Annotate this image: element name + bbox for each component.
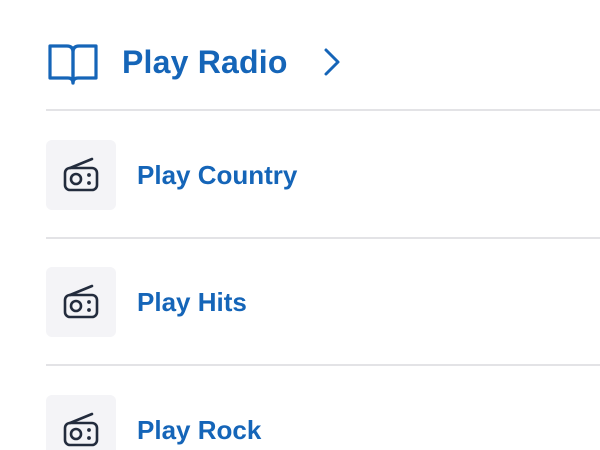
page-title: Play Radio (122, 43, 288, 80)
divider (46, 364, 600, 366)
play-radio-header[interactable]: Play Radio (46, 38, 344, 86)
radio-icon (46, 267, 116, 337)
divider (46, 109, 600, 111)
chevron-right-icon[interactable] (320, 44, 344, 80)
station-label: Play Rock (137, 414, 262, 445)
radio-icon (46, 395, 116, 450)
station-row-hits[interactable]: Play Hits (46, 266, 600, 338)
book-open-icon (46, 38, 100, 86)
station-row-rock[interactable]: Play Rock (46, 394, 600, 450)
station-label: Play Hits (137, 286, 247, 317)
station-label: Play Country (137, 159, 298, 190)
radio-icon (46, 140, 116, 210)
divider (46, 237, 600, 239)
radio-page: Play Radio Play Country Play Hits Play R… (0, 0, 600, 450)
station-row-country[interactable]: Play Country (46, 139, 600, 211)
